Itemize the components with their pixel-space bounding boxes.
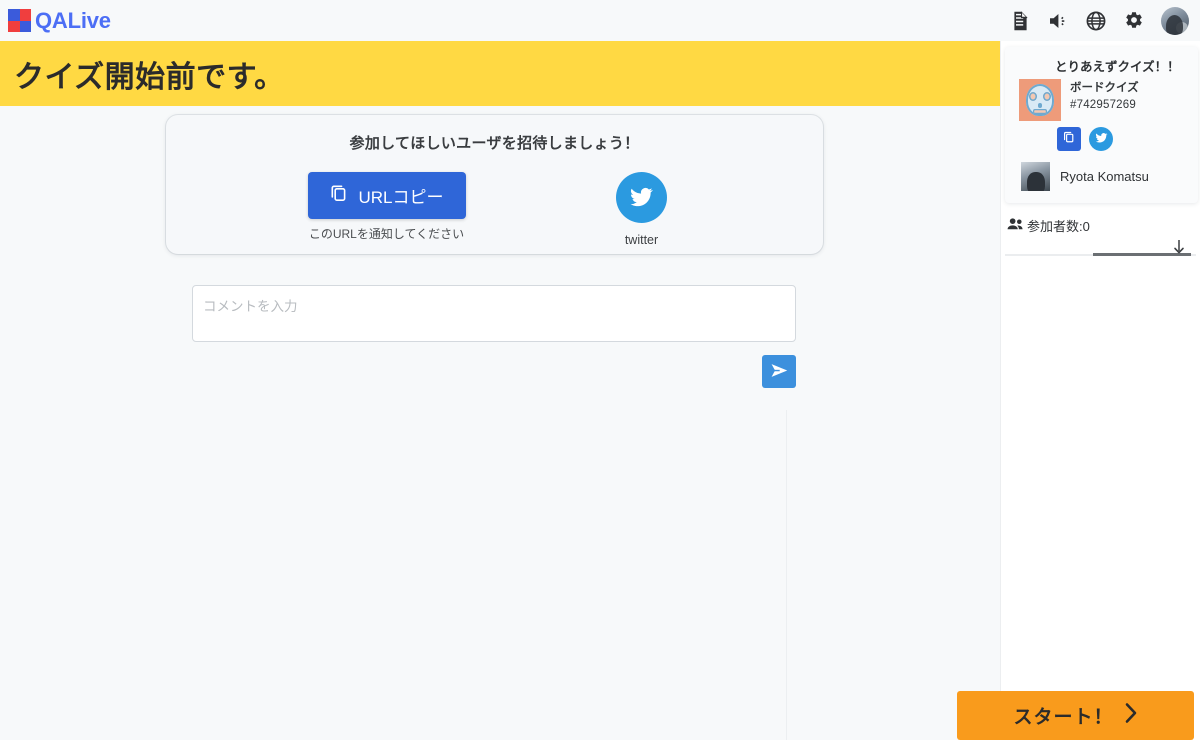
- copy-url-button[interactable]: URLコピー: [307, 172, 466, 219]
- copy-icon: [1062, 130, 1076, 147]
- invite-card: 参加してほしいユーザを招待しましょう！ URLコピー このURLを通知してくださ…: [166, 115, 823, 254]
- quiz-type: ボードクイズ: [1070, 81, 1139, 94]
- start-button[interactable]: スタート！: [957, 691, 1194, 740]
- quiz-meta: ボードクイズ #742957269: [1070, 79, 1139, 121]
- quiz-id: #742957269: [1070, 99, 1136, 112]
- brand-name: QALive: [35, 7, 111, 33]
- brand-logo[interactable]: QALive: [0, 9, 111, 32]
- copy-icon: [329, 183, 349, 208]
- host-row: Ryota Komatsu: [1005, 151, 1198, 191]
- twitter-icon: [1095, 131, 1108, 147]
- volume-icon[interactable]: [1047, 10, 1069, 32]
- quiz-copy-button[interactable]: [1057, 126, 1081, 151]
- send-row: [192, 355, 796, 388]
- quiz-title: とりあえずクイズ！！: [1055, 60, 1180, 74]
- topbar-icon-group: [1009, 6, 1200, 35]
- copy-url-label: URLコピー: [358, 188, 444, 207]
- gear-icon[interactable]: [1123, 10, 1145, 32]
- send-icon: [770, 362, 789, 382]
- quiz-body: ボードクイズ #742957269: [1005, 76, 1198, 121]
- content-divider: [786, 410, 787, 740]
- quiz-info-card: とりあえずクイズ！！ ボードクイズ #742957269 Ryota Komat…: [1005, 47, 1198, 203]
- participants-count: 参加者数:0: [1001, 203, 1200, 235]
- twitter-share-column: twitter: [602, 172, 682, 247]
- copy-url-column: URLコピー このURLを通知してください: [307, 172, 466, 242]
- globe-icon[interactable]: [1085, 10, 1107, 32]
- host-name: Ryota Komatsu: [1060, 168, 1149, 184]
- top-bar: QALive: [0, 0, 1200, 41]
- chevron-right-icon: [1124, 702, 1138, 730]
- invite-heading: 参加してほしいユーザを招待しましょう！: [349, 135, 640, 152]
- twitter-share-button[interactable]: [616, 172, 667, 223]
- right-sidebar: とりあえずクイズ！！ ボードクイズ #742957269 Ryota Komat…: [1000, 41, 1200, 740]
- people-icon: [1007, 217, 1024, 234]
- start-button-label: スタート！: [1013, 707, 1114, 728]
- status-banner: クイズ開始前です。: [0, 41, 1000, 106]
- arrow-down-icon[interactable]: [1172, 239, 1186, 260]
- comment-area: [192, 285, 796, 388]
- quiz-twitter-button[interactable]: [1089, 126, 1113, 151]
- sidebar-scrollbar[interactable]: [1005, 239, 1196, 259]
- quiz-thumbnail-skull: [1019, 78, 1061, 121]
- comment-input[interactable]: [192, 285, 796, 342]
- document-icon[interactable]: [1009, 10, 1031, 32]
- copy-url-note: このURLを通知してください: [308, 227, 465, 241]
- invite-actions-row: URLコピー このURLを通知してください twitter: [166, 153, 823, 247]
- checker-logo-icon: [8, 9, 31, 32]
- send-comment-button[interactable]: [762, 355, 796, 388]
- twitter-icon: [629, 184, 654, 212]
- host-avatar: [1021, 161, 1050, 191]
- main-content: 参加してほしいユーザを招待しましょう！ URLコピー このURLを通知してくださ…: [0, 106, 1000, 740]
- avatar[interactable]: [1161, 6, 1189, 35]
- participants-label: 参加者数:0: [1027, 218, 1090, 234]
- twitter-share-label: twitter: [624, 233, 659, 247]
- page-title: クイズ開始前です。: [14, 60, 285, 94]
- quiz-share-actions: [1005, 121, 1198, 151]
